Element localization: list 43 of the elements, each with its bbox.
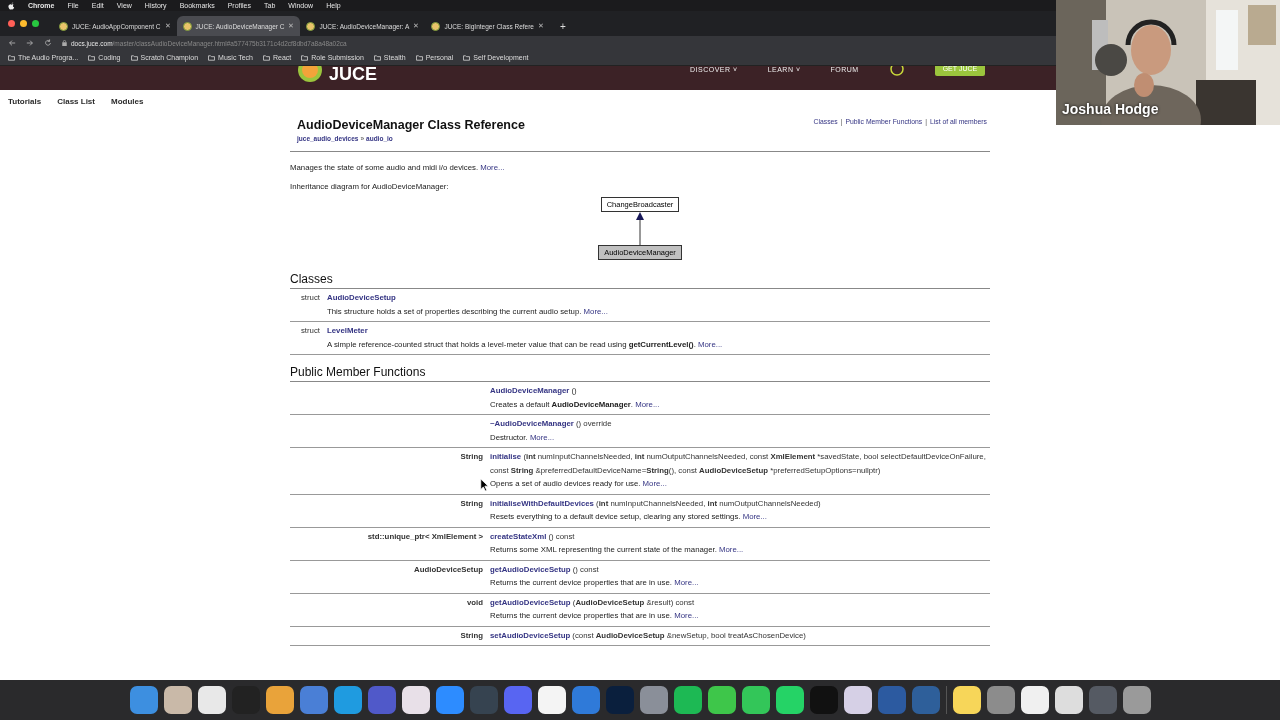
app-icon[interactable] [707, 686, 736, 714]
folder-icon [463, 54, 471, 61]
page-title: AudioDeviceManager Class Reference [297, 118, 525, 132]
folder-icon [130, 54, 138, 61]
app-icon[interactable] [952, 686, 981, 714]
maximize-icon[interactable] [32, 20, 39, 27]
lock-icon [62, 40, 67, 46]
reload-icon [44, 39, 52, 47]
logo-text: JUCE [329, 67, 377, 81]
folder-icon [8, 54, 15, 61]
folder-icon [373, 54, 381, 61]
folder-icon [415, 54, 423, 61]
app-icon[interactable] [163, 686, 192, 714]
folder-icon [88, 54, 96, 61]
app-icon[interactable] [673, 686, 702, 714]
app-icon[interactable] [843, 686, 872, 714]
app-icon[interactable] [1054, 686, 1083, 714]
app-icon[interactable] [1020, 686, 1049, 714]
participant-name: Joshua Hodge [1062, 101, 1159, 117]
inheritance-arrow [636, 212, 644, 245]
nav-link[interactable]: Tutorials [8, 97, 42, 106]
app-icon[interactable] [401, 686, 430, 714]
section-heading: Public Member Functions [290, 365, 990, 382]
folder-icon [263, 54, 270, 61]
cursor-icon [480, 478, 489, 492]
app-icon[interactable] [775, 686, 804, 714]
nav-link[interactable]: Class List [57, 97, 95, 106]
close-window-icon[interactable] [8, 20, 15, 27]
logo-icon [297, 66, 323, 84]
folder-icon [301, 54, 309, 61]
new-tab-icon[interactable]: + [559, 21, 566, 32]
forward-icon [26, 39, 34, 47]
minimize-icon[interactable] [20, 20, 27, 27]
app-icon[interactable] [537, 686, 566, 714]
apple-icon [8, 1, 15, 10]
account-icon [888, 66, 905, 76]
back-icon [8, 39, 16, 47]
nav-link[interactable]: Modules [111, 97, 144, 106]
app-icon[interactable] [265, 686, 294, 714]
folder-icon [208, 54, 216, 61]
app-icon[interactable] [741, 686, 770, 714]
section-heading: Classes [290, 272, 990, 289]
app-icon[interactable] [197, 686, 226, 714]
